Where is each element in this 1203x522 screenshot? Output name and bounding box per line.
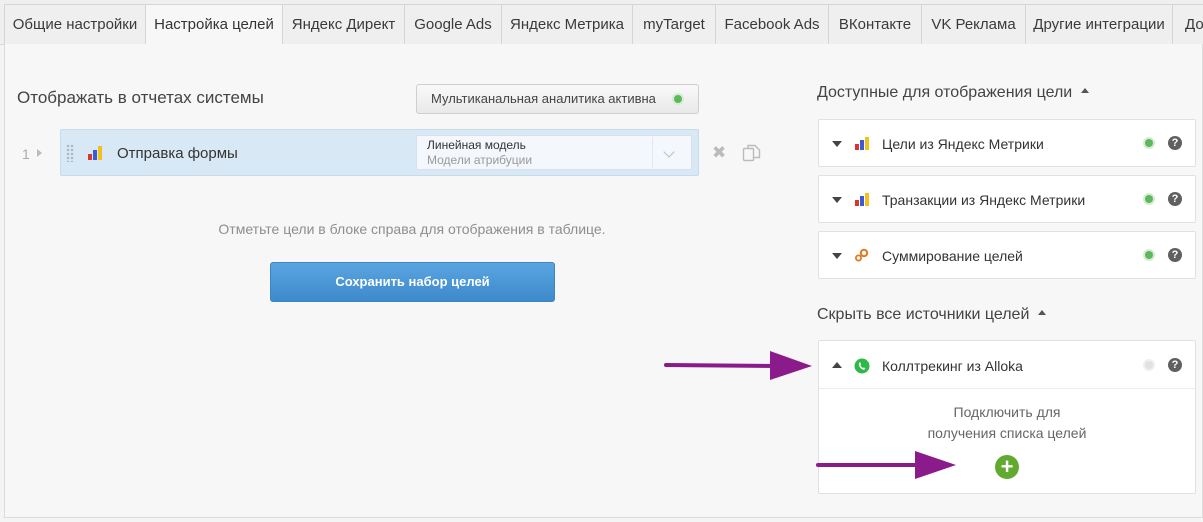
expand-triangle-icon[interactable]: [832, 253, 842, 259]
attribution-model-caption: Модели атрибуции: [427, 153, 533, 167]
hidden-sources-header[interactable]: Скрыть все источники целей: [817, 306, 1047, 324]
gears-icon: [855, 248, 869, 262]
tab-vkontakte[interactable]: ВКонтакте: [828, 4, 922, 44]
active-status-dot: [1145, 195, 1153, 203]
connect-text-line1: Подключить для: [953, 404, 1061, 420]
tab-yandex-metrica[interactable]: Яндекс Метрика: [501, 4, 633, 44]
select-divider: [652, 137, 653, 168]
row-expand-caret-icon[interactable]: [37, 149, 42, 157]
shown-goals-title: Отображать в отчетах системы: [17, 88, 264, 107]
tab-other-integrations[interactable]: Другие интеграции: [1025, 4, 1173, 44]
close-icon[interactable]: ✖: [712, 143, 726, 163]
goal-source-label: Транзакции из Яндекс Метрики: [882, 192, 1086, 208]
yandex-metrica-icon: [855, 137, 869, 150]
tab-vk-reklama[interactable]: VK Реклама: [921, 4, 1026, 44]
active-status-dot: [1145, 251, 1153, 259]
row-number: 1: [22, 146, 30, 162]
tab-facebook-ads[interactable]: Facebook Ads: [715, 4, 829, 44]
active-status-dot: [1145, 139, 1153, 147]
help-icon[interactable]: ?: [1168, 248, 1182, 262]
expand-triangle-icon[interactable]: [832, 141, 842, 147]
tab-google-ads[interactable]: Google Ads: [404, 4, 502, 44]
goal-source-label: Цели из Яндекс Метрики: [882, 136, 1044, 152]
tab-goal-settings[interactable]: Настройка целей: [145, 4, 283, 45]
help-icon[interactable]: ?: [1168, 358, 1182, 372]
whatsapp-phone-icon: [854, 358, 870, 374]
tab-more[interactable]: До: [1172, 4, 1203, 44]
hidden-sources-title: Скрыть все источники целей: [817, 306, 1030, 323]
available-goals-header[interactable]: Доступные для отображения цели: [817, 84, 1090, 102]
hint-text: Отметьте цели в блоке справа для отображ…: [218, 221, 606, 237]
tab-general-settings[interactable]: Общие настройки: [4, 4, 146, 44]
multichannel-label: Мультиканальная аналитика активна: [431, 91, 656, 106]
collapse-triangle-icon: [1038, 310, 1047, 316]
inactive-status-dot: [1145, 361, 1153, 369]
help-icon[interactable]: ?: [1168, 136, 1182, 150]
goal-source-label: Суммирование целей: [882, 248, 1023, 264]
drag-handle-icon[interactable]: [66, 144, 74, 162]
collapse-triangle-icon[interactable]: [832, 362, 842, 368]
goal-source-label: Коллтрекинг из Alloka: [882, 358, 1023, 374]
yandex-metrica-icon: [855, 193, 869, 206]
multichannel-analytics-button[interactable]: Мультиканальная аналитика активна: [416, 84, 699, 114]
available-goals-title: Доступные для отображения цели: [817, 84, 1073, 101]
tab-bar: Общие настройки Настройка целей Яндекс Д…: [0, 0, 1203, 45]
save-goal-set-button[interactable]: Сохранить набор целей: [270, 262, 555, 302]
copy-icon[interactable]: [742, 144, 762, 162]
attribution-model-value: Линейная модель: [427, 138, 526, 152]
help-icon[interactable]: ?: [1168, 192, 1182, 206]
collapse-triangle-icon: [1081, 88, 1090, 94]
tab-yandex-direct[interactable]: Яндекс Директ: [282, 4, 405, 44]
yandex-metrica-icon: [88, 146, 102, 160]
expand-triangle-icon[interactable]: [832, 197, 842, 203]
add-connection-button[interactable]: +: [995, 455, 1019, 479]
tab-mytarget[interactable]: myTarget: [632, 4, 716, 44]
card-divider: [819, 388, 1195, 389]
goal-label: Отправка формы: [117, 145, 238, 162]
active-status-dot: [674, 95, 682, 103]
connect-text-line2: получения списка целей: [927, 425, 1087, 441]
